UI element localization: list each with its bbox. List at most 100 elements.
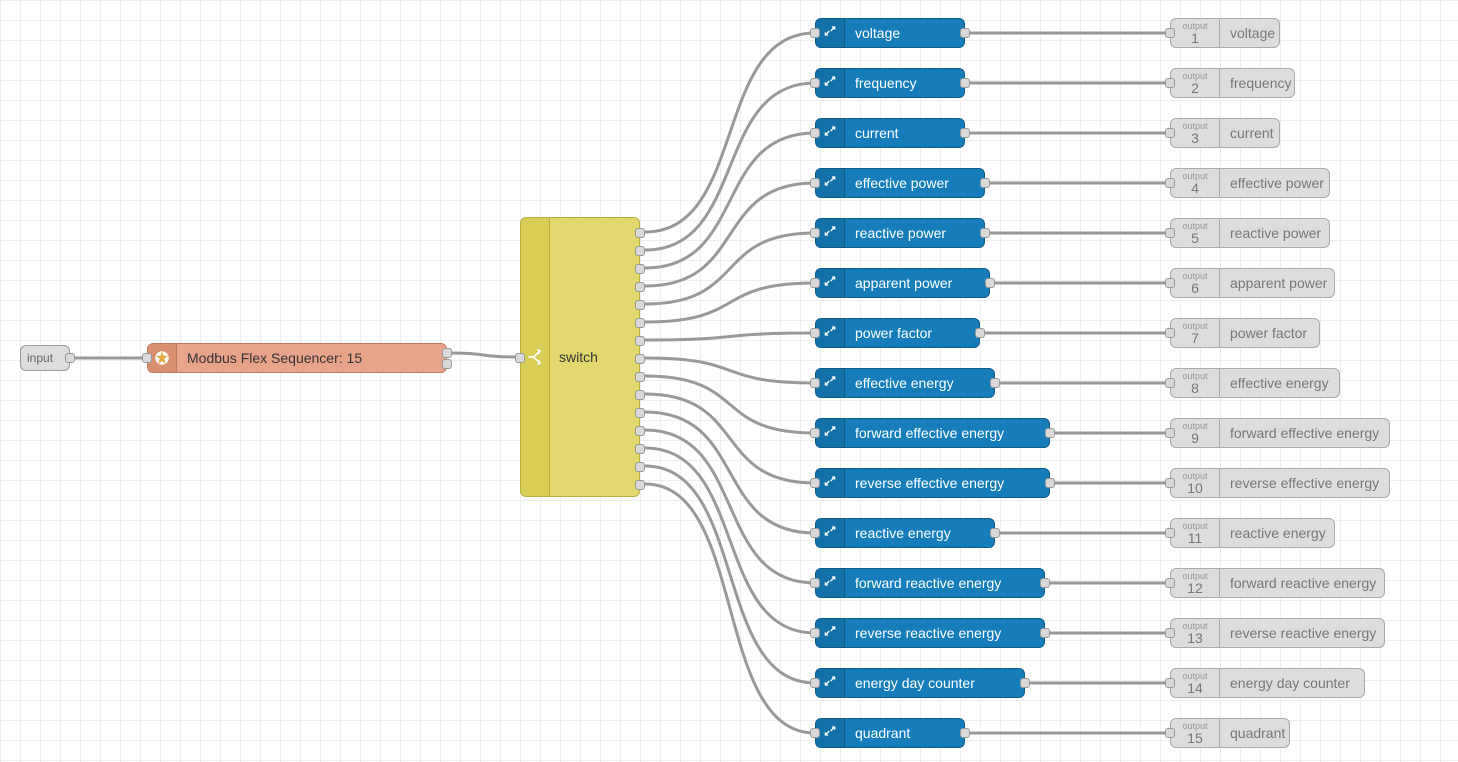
port-out[interactable] bbox=[985, 278, 995, 288]
link-out-node[interactable]: output15quadrant bbox=[1170, 718, 1290, 748]
port-out[interactable] bbox=[960, 128, 970, 138]
port-out[interactable] bbox=[635, 264, 645, 274]
modbus-sequencer-node[interactable]: Modbus Flex Sequencer: 15 bbox=[147, 343, 447, 373]
port-in[interactable] bbox=[810, 378, 820, 388]
port-out[interactable] bbox=[635, 444, 645, 454]
port-in[interactable] bbox=[810, 228, 820, 238]
port-in[interactable] bbox=[810, 478, 820, 488]
port-in[interactable] bbox=[810, 528, 820, 538]
port-in[interactable] bbox=[1165, 578, 1175, 588]
port-out[interactable] bbox=[960, 78, 970, 88]
port-in[interactable] bbox=[1165, 428, 1175, 438]
port-out[interactable] bbox=[980, 178, 990, 188]
port-in[interactable] bbox=[1165, 378, 1175, 388]
link-in-node[interactable]: input bbox=[20, 345, 70, 371]
port-out[interactable] bbox=[635, 408, 645, 418]
port-in[interactable] bbox=[810, 328, 820, 338]
port-in[interactable] bbox=[1165, 78, 1175, 88]
port-in[interactable] bbox=[1165, 478, 1175, 488]
function-node[interactable]: apparent power bbox=[815, 268, 990, 298]
port-out[interactable] bbox=[1045, 478, 1055, 488]
port-out[interactable] bbox=[1020, 678, 1030, 688]
function-node[interactable]: quadrant bbox=[815, 718, 965, 748]
port-out[interactable] bbox=[980, 228, 990, 238]
port-in[interactable] bbox=[1165, 178, 1175, 188]
port-out[interactable] bbox=[975, 328, 985, 338]
port-in[interactable] bbox=[1165, 228, 1175, 238]
function-node[interactable]: reactive energy bbox=[815, 518, 995, 548]
link-out-node[interactable]: output3current bbox=[1170, 118, 1280, 148]
link-out-node[interactable]: output5reactive power bbox=[1170, 218, 1330, 248]
port-out[interactable] bbox=[635, 390, 645, 400]
port-out[interactable] bbox=[635, 336, 645, 346]
port-out[interactable] bbox=[442, 359, 452, 369]
function-node[interactable]: effective energy bbox=[815, 368, 995, 398]
port-in[interactable] bbox=[810, 428, 820, 438]
function-node[interactable]: reverse reactive energy bbox=[815, 618, 1045, 648]
link-out-node[interactable]: output11reactive energy bbox=[1170, 518, 1335, 548]
function-label: energy day counter bbox=[845, 675, 975, 691]
port-out[interactable] bbox=[635, 300, 645, 310]
port-in[interactable] bbox=[1165, 128, 1175, 138]
port-out[interactable] bbox=[635, 228, 645, 238]
port-out[interactable] bbox=[635, 462, 645, 472]
port-out[interactable] bbox=[960, 728, 970, 738]
link-out-node[interactable]: output1voltage bbox=[1170, 18, 1280, 48]
port-in[interactable] bbox=[810, 728, 820, 738]
port-in[interactable] bbox=[515, 353, 525, 363]
port-out[interactable] bbox=[635, 246, 645, 256]
port-out[interactable] bbox=[65, 353, 75, 363]
link-out-node[interactable]: output7power factor bbox=[1170, 318, 1320, 348]
link-out-node[interactable]: output9forward effective energy bbox=[1170, 418, 1390, 448]
port-out[interactable] bbox=[635, 480, 645, 490]
function-node[interactable]: effective power bbox=[815, 168, 985, 198]
port-out[interactable] bbox=[960, 28, 970, 38]
function-node[interactable]: reactive power bbox=[815, 218, 985, 248]
link-out-node[interactable]: output6apparent power bbox=[1170, 268, 1335, 298]
port-in[interactable] bbox=[810, 578, 820, 588]
port-out[interactable] bbox=[1040, 628, 1050, 638]
port-in[interactable] bbox=[810, 128, 820, 138]
port-out[interactable] bbox=[990, 528, 1000, 538]
link-out-node[interactable]: output14energy day counter bbox=[1170, 668, 1365, 698]
function-node[interactable]: forward reactive energy bbox=[815, 568, 1045, 598]
function-node[interactable]: energy day counter bbox=[815, 668, 1025, 698]
link-out-node[interactable]: output12forward reactive energy bbox=[1170, 568, 1385, 598]
port-in[interactable] bbox=[1165, 28, 1175, 38]
port-out[interactable] bbox=[1045, 428, 1055, 438]
flow-canvas[interactable]: input Modbus Flex Sequencer: 15 switch v… bbox=[0, 0, 1458, 762]
function-node[interactable]: voltage bbox=[815, 18, 965, 48]
port-in[interactable] bbox=[1165, 628, 1175, 638]
link-out-node[interactable]: output10reverse effective energy bbox=[1170, 468, 1390, 498]
port-out[interactable] bbox=[442, 348, 452, 358]
link-out-node[interactable]: output13reverse reactive energy bbox=[1170, 618, 1385, 648]
port-in[interactable] bbox=[810, 628, 820, 638]
link-out-node[interactable]: output8effective energy bbox=[1170, 368, 1340, 398]
port-out[interactable] bbox=[635, 282, 645, 292]
link-out-node[interactable]: output4effective power bbox=[1170, 168, 1330, 198]
port-out[interactable] bbox=[635, 354, 645, 364]
function-node[interactable]: forward effective energy bbox=[815, 418, 1050, 448]
link-out-node[interactable]: output2frequency bbox=[1170, 68, 1295, 98]
port-out[interactable] bbox=[990, 378, 1000, 388]
port-in[interactable] bbox=[810, 678, 820, 688]
port-in[interactable] bbox=[1165, 528, 1175, 538]
port-in[interactable] bbox=[1165, 278, 1175, 288]
function-node[interactable]: current bbox=[815, 118, 965, 148]
function-node[interactable]: reverse effective energy bbox=[815, 468, 1050, 498]
port-in[interactable] bbox=[810, 28, 820, 38]
port-in[interactable] bbox=[1165, 728, 1175, 738]
port-out[interactable] bbox=[635, 426, 645, 436]
port-out[interactable] bbox=[1040, 578, 1050, 588]
port-in[interactable] bbox=[810, 78, 820, 88]
function-node[interactable]: power factor bbox=[815, 318, 980, 348]
port-in[interactable] bbox=[142, 353, 152, 363]
port-out[interactable] bbox=[635, 318, 645, 328]
port-in[interactable] bbox=[810, 178, 820, 188]
port-in[interactable] bbox=[810, 278, 820, 288]
function-node[interactable]: frequency bbox=[815, 68, 965, 98]
port-in[interactable] bbox=[1165, 678, 1175, 688]
port-out[interactable] bbox=[635, 372, 645, 382]
port-in[interactable] bbox=[1165, 328, 1175, 338]
switch-node[interactable]: switch bbox=[520, 217, 640, 497]
